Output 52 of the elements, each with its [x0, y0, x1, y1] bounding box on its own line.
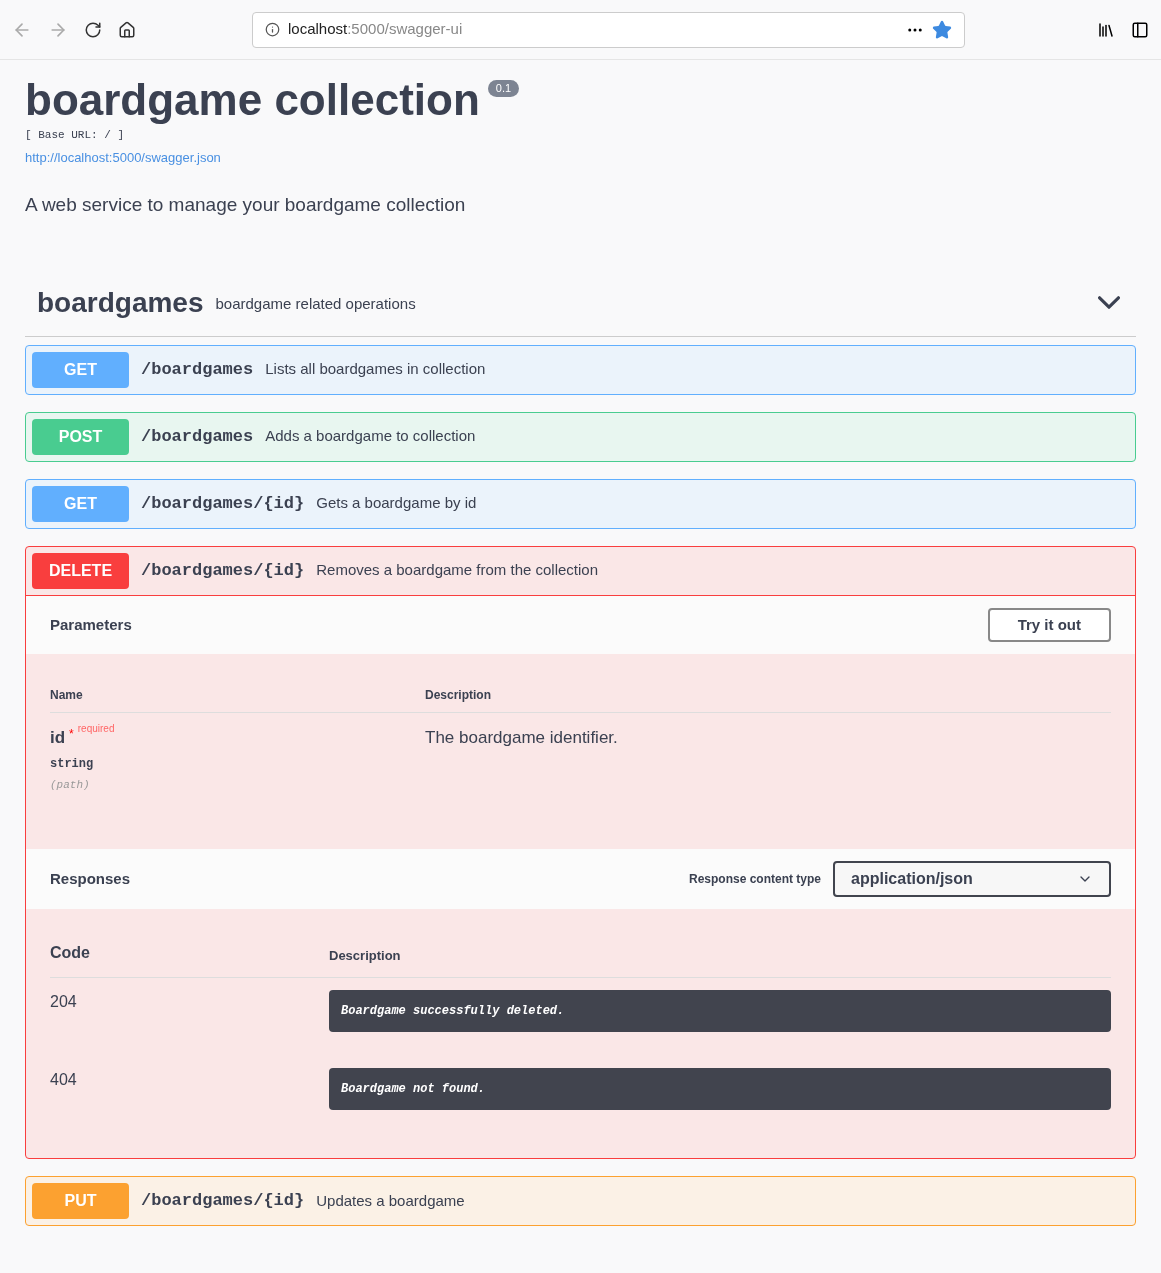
response-description: Boardgame not found.: [329, 1068, 1111, 1110]
version-badge: 0.1: [487, 80, 520, 97]
operation-summary[interactable]: GET /boardgames/{id} Gets a boardgame by id: [26, 479, 1135, 528]
endpoint-summary: Removes a boardgame from the collection: [316, 560, 599, 581]
api-title: boardgame collection: [25, 74, 480, 126]
method-badge: POST: [32, 418, 129, 455]
info-icon: [265, 22, 280, 37]
required-asterisk: *: [69, 726, 74, 743]
column-header: Description: [425, 687, 491, 704]
parameter-description: The boardgame identifier.: [425, 727, 618, 749]
method-badge: PUT: [32, 1183, 129, 1219]
method-badge: GET: [32, 485, 129, 522]
try-it-out-button[interactable]: Try it out: [987, 607, 1111, 642]
url-text: localhost:5000/swagger-ui: [288, 19, 464, 40]
home-icon[interactable]: [118, 20, 136, 39]
endpoint-path: /boardgames/{id}: [141, 1190, 305, 1213]
endpoint-path: /boardgames: [141, 425, 254, 448]
endpoint-path: /boardgames/{id}: [141, 492, 305, 515]
parameter-location: (path): [50, 777, 91, 793]
method-badge: DELETE: [32, 552, 129, 589]
required-label: required: [77, 722, 115, 736]
api-description: A web service to manage your boardgame collection: [25, 193, 467, 217]
bookmark-star-icon[interactable]: [932, 19, 952, 40]
operation-summary[interactable]: GET /boardgames Lists all boardgames in collection: [26, 345, 1135, 394]
endpoint-summary: Lists all boardgames in collection: [265, 359, 486, 380]
section-title: Parameters: [50, 614, 132, 635]
endpoint-path: /boardgames: [141, 358, 254, 381]
operation-summary[interactable]: POST /boardgames Adds a boardgame to collection: [26, 412, 1135, 461]
parameter-name: id: [50, 727, 66, 749]
endpoint-summary: Gets a boardgame by id: [316, 493, 477, 514]
column-header: Description: [329, 946, 401, 965]
tag-header[interactable]: boardgames boardgame related operations: [25, 281, 1136, 337]
parameter-type: string: [50, 755, 95, 773]
endpoint-path: /boardgames/{id}: [141, 559, 305, 582]
response-code: 204: [50, 992, 78, 1012]
method-badge: GET: [32, 351, 129, 388]
library-icon[interactable]: [1097, 20, 1115, 39]
response-code: 404: [50, 1070, 78, 1090]
section-title: Responses: [50, 868, 131, 889]
endpoint-summary: Adds a boardgame to collection: [265, 426, 476, 447]
content-type-label: Response content type: [688, 871, 821, 888]
operation-summary[interactable]: DELETE /boardgames/{id} Removes a boardgame from the collection: [26, 546, 1135, 595]
base-url: [ Base URL: / ]: [25, 128, 126, 143]
sidebar-icon[interactable]: [1131, 20, 1149, 39]
reload-icon[interactable]: [84, 20, 102, 39]
response-description: Boardgame successfully deleted.: [329, 990, 1111, 1032]
endpoint-summary: Updates a boardgame: [316, 1190, 465, 1211]
content-type-select[interactable]: application/json: [833, 861, 1111, 897]
column-header: Name: [50, 687, 84, 704]
column-header: Code: [50, 943, 91, 963]
operation-summary[interactable]: PUT /boardgames/{id} Updates a boardgame: [26, 1177, 1135, 1225]
address-bar[interactable]: localhost:5000/swagger-ui: [252, 11, 965, 48]
